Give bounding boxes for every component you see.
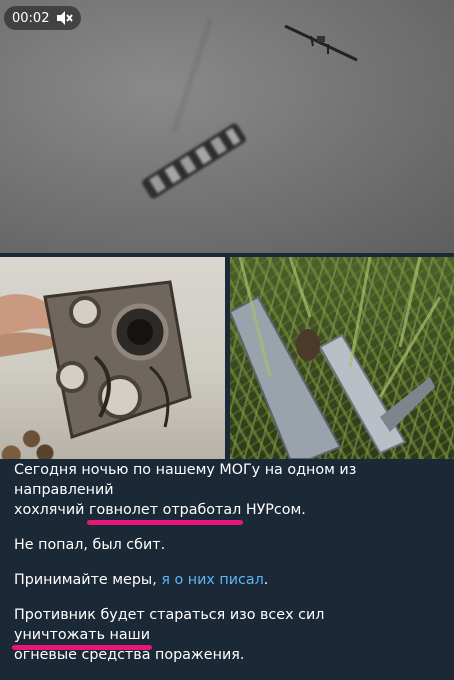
wreckage-drawing <box>0 280 192 439</box>
rocket-object <box>142 123 246 199</box>
message-para4-start: Противник будет стараться изо всех сил <box>14 607 325 623</box>
grass-debris-photo[interactable] <box>230 257 454 459</box>
message-paragraph-2: Не попал, был сбит. <box>14 537 166 553</box>
telegram-post: 00:02 Сегодня ночью по нашему МОГу на од… <box>0 0 454 663</box>
message-para3-start: Принимайте меры, <box>14 572 162 588</box>
highlighted-phrase-2: уничтожать наши <box>11 627 153 650</box>
message-line-2-start: хохлячий <box>14 502 89 518</box>
video-time-overlay[interactable]: 00:02 <box>4 6 82 30</box>
wreckage-photo[interactable] <box>0 257 225 459</box>
message-paragraph-4: Противник будет стараться изо всех сил у… <box>11 605 442 665</box>
message-paragraph-1: Сегодня ночью по нашему МОГу на одном из… <box>14 460 442 525</box>
message-line-2-end: НУРсом. <box>241 502 306 518</box>
message-para3-end: . <box>263 572 269 588</box>
drone-silhouette <box>284 24 358 62</box>
message-line-1: Сегодня ночью по нашему МОГу на одном из… <box>14 462 357 498</box>
message-text: Сегодня ночью по нашему МОГу на одном из… <box>11 460 442 680</box>
previous-post-link[interactable]: я о них писал <box>161 572 263 588</box>
speaker-muted-icon[interactable] <box>55 9 74 27</box>
debris-drawing <box>230 257 442 459</box>
message-paragraph-3: Принимайте меры, я о них писал. <box>14 570 442 590</box>
video-player[interactable]: 00:02 <box>0 0 454 253</box>
video-timestamp: 00:02 <box>12 10 50 26</box>
highlighted-phrase-1: говнолет отработал <box>86 502 244 525</box>
